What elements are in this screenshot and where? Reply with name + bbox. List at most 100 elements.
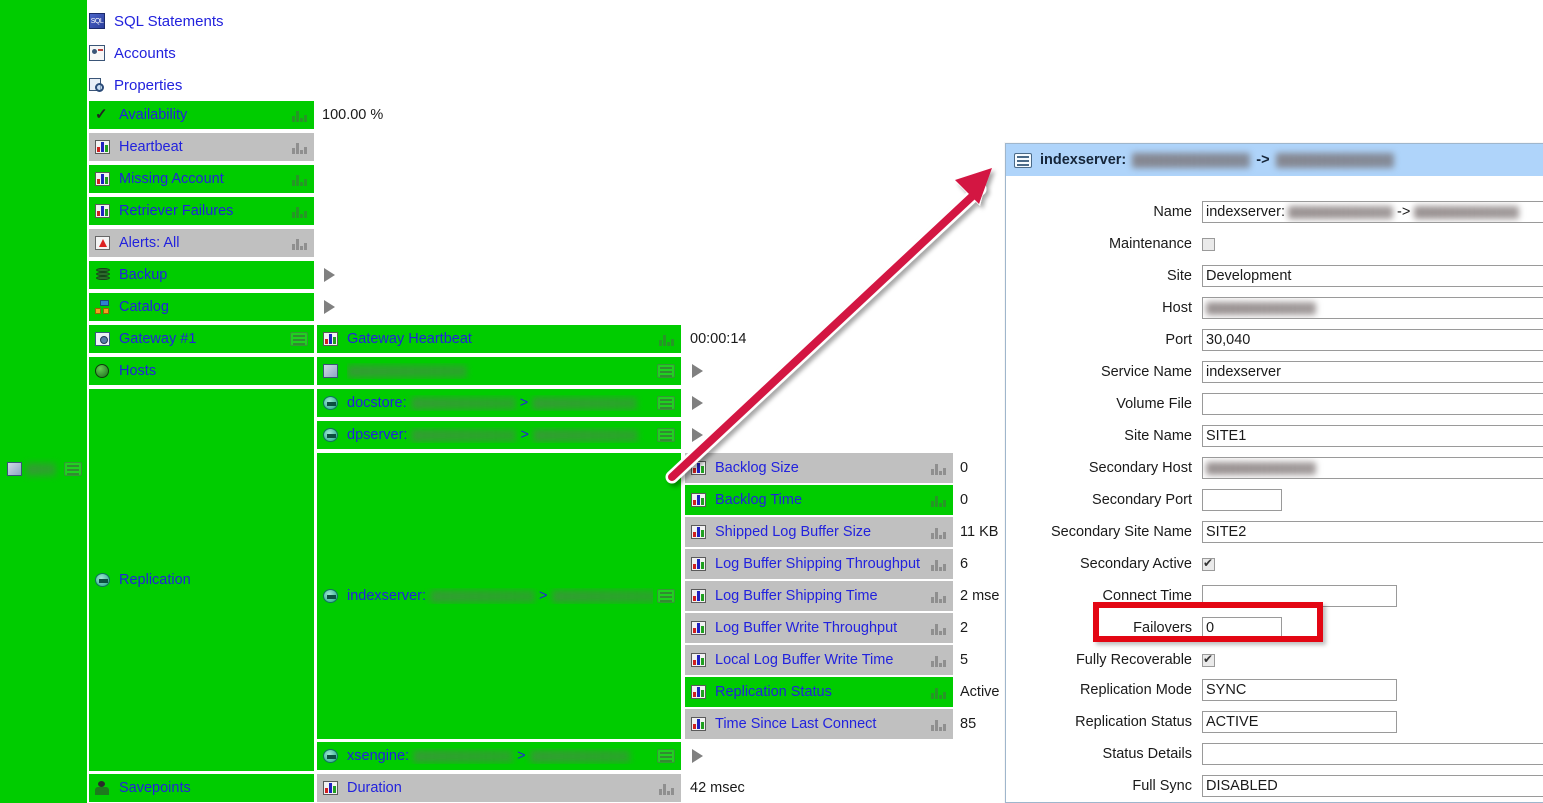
status-row-savepoints[interactable]: Savepoints (88, 773, 315, 803)
service-name-input[interactable]: indexserver (1202, 361, 1543, 383)
mid-row-value: 42 msec (690, 780, 745, 796)
metric-row-backlog-time[interactable]: Backlog Time (684, 484, 954, 516)
mid-row-label: xsengine: > (347, 748, 653, 764)
mid-row-duration[interactable]: Duration (316, 773, 682, 803)
field-label: Site Name (1124, 428, 1192, 444)
metric-row-local-log-buffer-write-time[interactable]: Local Log Buffer Write Time (684, 644, 954, 676)
field-secondary-port: Secondary Port (1006, 484, 1543, 516)
full-sync-value: DISABLED (1206, 778, 1278, 794)
name-input[interactable]: indexserver: -> (1202, 201, 1543, 223)
chart-icon[interactable] (925, 460, 947, 476)
chart-icon[interactable] (286, 203, 308, 219)
chart-icon[interactable] (925, 620, 947, 636)
metric-value: 85 (960, 716, 977, 732)
metric-row-log-buffer-write-throughput[interactable]: Log Buffer Write Throughput (684, 612, 954, 644)
replication-status-value: ACTIVE (1206, 714, 1259, 730)
status-row-missing-account[interactable]: Missing Account (88, 164, 315, 194)
lines-icon[interactable] (653, 588, 675, 604)
chart-icon[interactable] (286, 171, 308, 187)
secondary-active-checkbox[interactable] (1202, 556, 1215, 571)
failovers-input[interactable]: 0 (1202, 617, 1282, 639)
chart-icon[interactable] (925, 556, 947, 572)
chart-icon[interactable] (925, 492, 947, 508)
connect-time-input[interactable] (1202, 585, 1397, 607)
expand-backup-triangle[interactable] (324, 268, 335, 282)
lines-icon[interactable] (653, 427, 675, 443)
chart-icon[interactable] (925, 588, 947, 604)
metric-row-time-since-last-connect[interactable]: Time Since Last Connect (684, 708, 954, 740)
lines-icon[interactable] (64, 461, 82, 477)
status-row-alerts-all[interactable]: Alerts: All (88, 228, 315, 258)
expand-catalog-triangle[interactable] (324, 300, 335, 314)
chart-icon[interactable] (925, 716, 947, 732)
mid-row-indexserver[interactable]: indexserver: > (316, 452, 682, 740)
status-row-gateway-1[interactable]: Gateway #1 (88, 324, 315, 354)
mid-row-dpserver[interactable]: dpserver: > (316, 420, 682, 450)
field-label: Maintenance (1108, 236, 1192, 252)
status-row-heartbeat[interactable]: Heartbeat (88, 132, 315, 162)
mid-row-docstore[interactable]: docstore: > (316, 388, 682, 418)
chart-icon[interactable] (925, 684, 947, 700)
host-input[interactable] (1202, 297, 1543, 319)
sidebar-item-properties[interactable]: Properties (88, 72, 182, 98)
mid-row-xsengine[interactable]: xsengine: > (316, 741, 682, 771)
volume-file-input[interactable] (1202, 393, 1543, 415)
metric-label: Time Since Last Connect (715, 716, 877, 732)
expand-xsengine-triangle[interactable] (692, 749, 703, 763)
secondary-port-input[interactable] (1202, 489, 1282, 511)
status-details-input[interactable] (1202, 743, 1543, 765)
gateway-icon (94, 331, 114, 347)
site-input[interactable]: Development (1202, 265, 1543, 287)
status-row-label: Savepoints (119, 780, 191, 796)
replication-status-input[interactable]: ACTIVE (1202, 711, 1397, 733)
mid-row-label: indexserver: > (347, 588, 653, 604)
chart-icon[interactable] (286, 235, 308, 251)
chart-icon[interactable] (653, 780, 675, 796)
expand-host-triangle[interactable] (692, 364, 703, 378)
sidebar-item-accounts[interactable]: Accounts (88, 40, 176, 66)
chart-icon[interactable] (925, 524, 947, 540)
status-row-label: Alerts: All (119, 235, 180, 251)
properties-panel: indexserver: -> Name indexserver: -> Mai… (1005, 143, 1543, 803)
field-label: Secondary Site Name (1050, 524, 1192, 540)
field-label: Secondary Host (1088, 460, 1192, 476)
lines-icon[interactable] (286, 331, 308, 347)
metric-row-replication-status[interactable]: Replication Status (684, 676, 954, 708)
status-row-replication[interactable]: Replication (88, 388, 315, 772)
status-row-backup[interactable]: Backup (88, 260, 315, 290)
metric-row-shipped-log-buffer-size[interactable]: Shipped Log Buffer Size (684, 516, 954, 548)
fully-recoverable-checkbox[interactable] (1202, 652, 1215, 667)
chart-icon[interactable] (286, 139, 308, 155)
field-port: Port 30,040 (1006, 324, 1543, 356)
expand-docstore-triangle[interactable] (692, 396, 703, 410)
port-input[interactable]: 30,040 (1202, 329, 1543, 351)
full-sync-input[interactable]: DISABLED (1202, 775, 1543, 797)
status-row-hosts[interactable]: Hosts (88, 356, 315, 386)
lines-icon[interactable] (653, 395, 675, 411)
maintenance-checkbox[interactable] (1202, 237, 1215, 251)
field-name: Name indexserver: -> (1006, 196, 1543, 228)
field-service-name: Service Name indexserver (1006, 356, 1543, 388)
chart-icon[interactable] (925, 652, 947, 668)
metric-value: 6 (960, 556, 969, 572)
site-name-input[interactable]: SITE1 (1202, 425, 1543, 447)
mid-row-gateway-heartbeat[interactable]: Gateway Heartbeat (316, 324, 682, 354)
metric-row-backlog-size[interactable]: Backlog Size (684, 452, 954, 484)
status-row-retriever-failures[interactable]: Retriever Failures (88, 196, 315, 226)
metric-row-log-buffer-shipping-time[interactable]: Log Buffer Shipping Time (684, 580, 954, 612)
expand-dpserver-triangle[interactable] (692, 428, 703, 442)
metric-row-log-buffer-shipping-throughput[interactable]: Log Buffer Shipping Throughput (684, 548, 954, 580)
secondary-host-input[interactable] (1202, 457, 1543, 479)
replication-mode-input[interactable]: SYNC (1202, 679, 1397, 701)
sidebar-item-sql-statements[interactable]: SQL SQL Statements (88, 8, 224, 34)
status-row-catalog[interactable]: Catalog (88, 292, 315, 322)
secondary-site-name-input[interactable]: SITE2 (1202, 521, 1543, 543)
lines-icon[interactable] (653, 748, 675, 764)
metric-label: Local Log Buffer Write Time (715, 652, 894, 668)
mid-row-host[interactable] (316, 356, 682, 386)
chart-icon[interactable] (653, 331, 675, 347)
db-node-label[interactable] (6, 458, 82, 480)
lines-icon[interactable] (653, 363, 675, 379)
chart-icon[interactable] (286, 107, 308, 123)
status-row-availability[interactable]: ✓ Availability (88, 100, 315, 130)
